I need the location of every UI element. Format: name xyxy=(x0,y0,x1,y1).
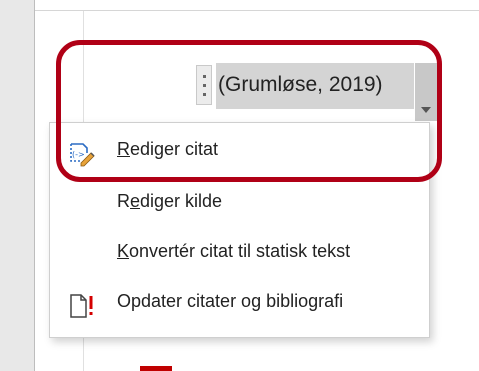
menu-item-label: Rediger kilde xyxy=(117,191,223,211)
menu-item-edit-source[interactable]: Rediger kilde xyxy=(50,177,429,225)
menu-item-label: Opdater citater og bibliografi xyxy=(117,291,344,311)
handle-dot xyxy=(203,93,206,96)
document-page: (Grumløse, 2019) (-> Rediger citat Redig… xyxy=(0,0,479,371)
citation-field[interactable]: (Grumløse, 2019) xyxy=(216,63,414,109)
chevron-down-icon xyxy=(421,107,431,113)
menu-item-label: Rediger citat xyxy=(117,139,219,159)
red-annotation-mark xyxy=(140,366,172,371)
svg-text:(->: (-> xyxy=(72,150,85,159)
page-edge-line xyxy=(34,0,35,371)
citation-content-control[interactable]: (Grumløse, 2019) xyxy=(196,57,439,121)
page-top-edge xyxy=(35,10,479,11)
update-document-icon xyxy=(68,289,96,318)
citation-context-menu: (-> Rediger citat Rediger kilde Konverté… xyxy=(49,122,430,338)
menu-item-label: Konvertér citat til statisk tekst xyxy=(117,241,351,261)
handle-dot xyxy=(203,75,206,78)
content-control-handle[interactable] xyxy=(196,65,212,105)
menu-item-convert-citation[interactable]: Konvertér citat til statisk tekst xyxy=(50,227,429,275)
citation-options-dropdown[interactable] xyxy=(415,63,437,121)
menu-item-edit-citation[interactable]: (-> Rediger citat xyxy=(50,125,429,173)
menu-item-update-citations[interactable]: Opdater citater og bibliografi xyxy=(50,277,429,325)
handle-dot xyxy=(203,84,206,87)
window-left-edge xyxy=(0,0,34,371)
edit-citation-icon: (-> xyxy=(68,137,96,167)
